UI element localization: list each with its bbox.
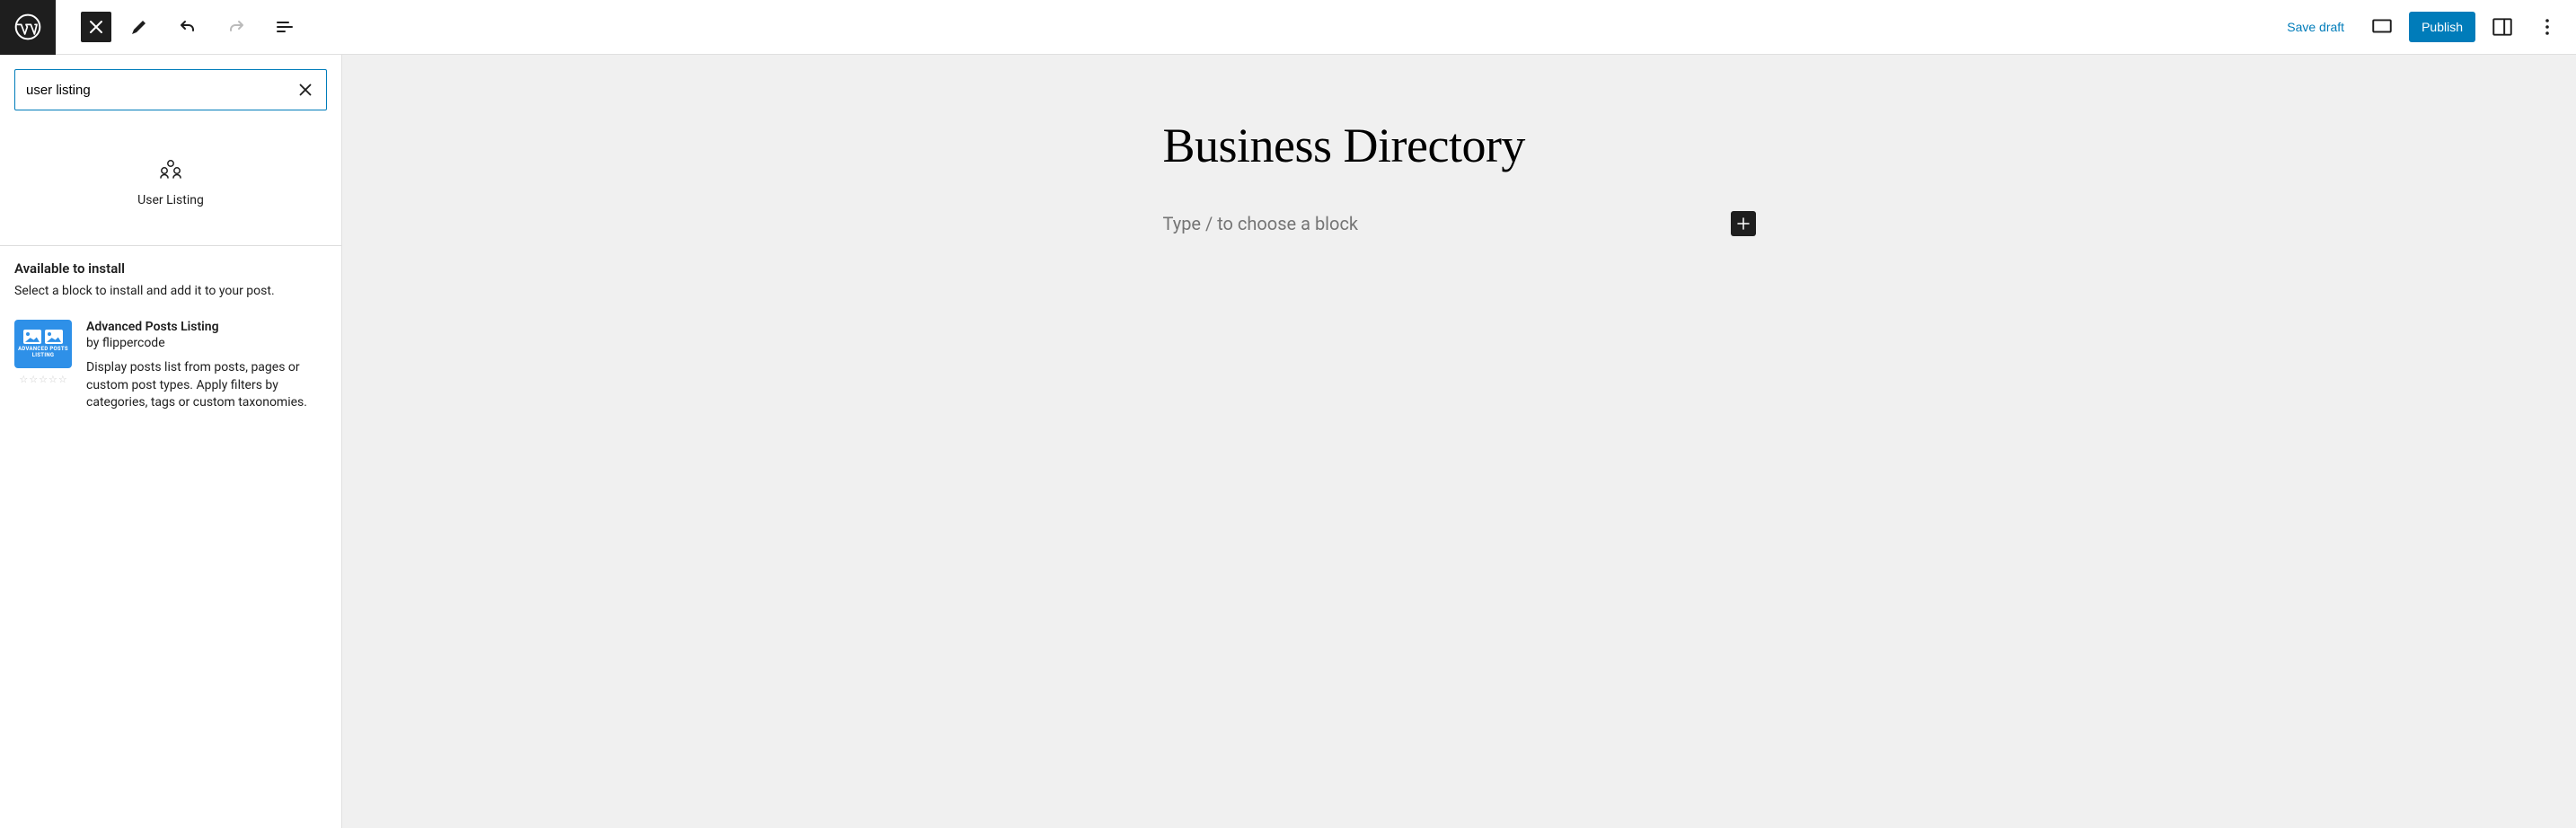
empty-block-row[interactable]: Type / to choose a block [1163,211,1756,236]
toolbar-right-group: Save draft Publish [2276,9,2576,45]
available-to-install-section: Available to install Select a block to i… [0,246,341,427]
post-title[interactable]: Business Directory [1163,118,1756,173]
install-item-author: by flippercode [86,336,327,350]
save-draft-button[interactable]: Save draft [2276,13,2355,41]
pencil-icon [128,16,150,38]
more-vertical-icon [2536,16,2558,38]
install-item-description: Display posts list from posts, pages or … [86,359,327,412]
available-section-title: Available to install [14,260,327,277]
close-icon [296,80,315,100]
wordpress-icon [13,13,42,41]
add-block-button[interactable] [1731,211,1756,236]
more-options-button[interactable] [2529,9,2565,45]
undo-button[interactable] [167,6,208,48]
undo-icon [177,16,198,38]
block-inserter-panel: User Listing Available to install Select… [0,55,342,828]
block-search-box [14,69,327,110]
preview-button[interactable] [2364,9,2400,45]
block-placeholder-text: Type / to choose a block [1163,213,1359,234]
close-inserter-button[interactable] [81,12,111,42]
users-icon [159,159,182,182]
tools-button[interactable] [119,6,160,48]
installable-block-item[interactable]: ADVANCED POSTS LISTING ☆☆☆☆☆ Advanced Po… [14,320,327,412]
document-overview-button[interactable] [264,6,305,48]
install-item-title: Advanced Posts Listing [86,320,327,334]
editor-canvas: Business Directory Type / to choose a bl… [342,55,2576,828]
wordpress-logo-button[interactable] [0,0,56,55]
plus-icon [1735,216,1751,232]
block-thumbnail: ADVANCED POSTS LISTING [14,320,72,368]
list-view-icon [274,16,296,38]
editor-toolbar: Save draft Publish [0,0,2576,55]
block-result-label: User Listing [137,193,204,207]
toolbar-left-group [0,0,305,55]
clear-search-button[interactable] [296,80,315,100]
sidebar-panel-icon [2491,15,2514,39]
redo-icon [225,16,247,38]
available-section-subtitle: Select a block to install and add it to … [14,284,327,298]
rating-stars: ☆☆☆☆☆ [19,374,66,385]
publish-button[interactable]: Publish [2409,12,2475,42]
block-result-user-listing[interactable]: User Listing [0,125,341,245]
settings-sidebar-button[interactable] [2484,9,2520,45]
close-icon [85,16,107,38]
desktop-icon [2370,15,2394,39]
redo-button[interactable] [216,6,257,48]
block-search-input[interactable] [26,83,296,98]
